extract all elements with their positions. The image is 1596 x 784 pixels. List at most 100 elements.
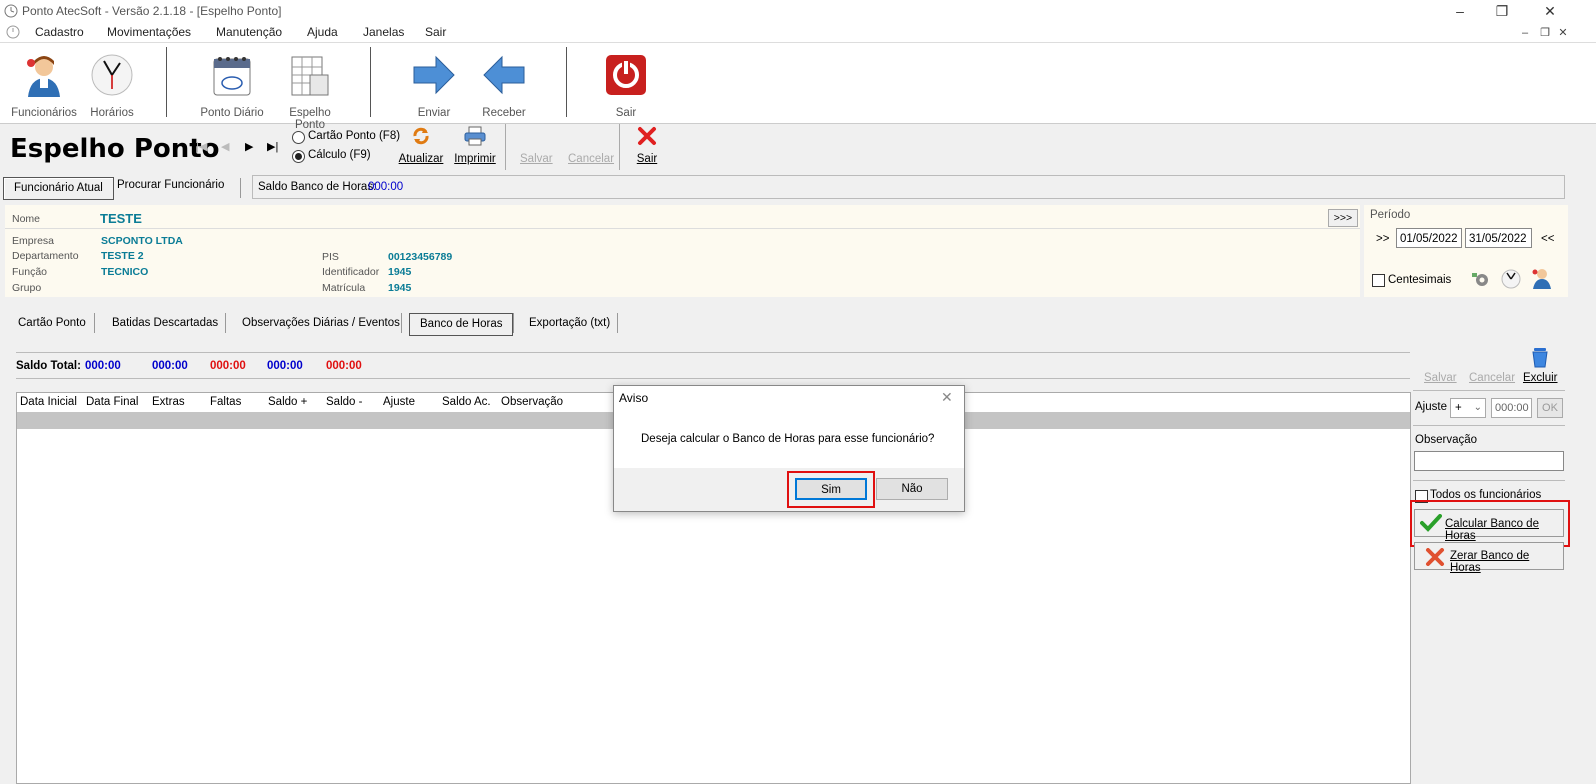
grid-header-saldo-mais[interactable]: Saldo + bbox=[268, 396, 307, 408]
atualizar-label: Atualizar bbox=[398, 153, 444, 165]
refresh-icon bbox=[413, 127, 429, 145]
ajuste-label: Ajuste bbox=[1415, 401, 1447, 413]
tab-procurar-funcionario[interactable]: Procurar Funcionário bbox=[117, 179, 224, 191]
expand-button[interactable]: >>> bbox=[1328, 209, 1358, 227]
periodo-prev-button[interactable]: >> bbox=[1376, 233, 1389, 245]
menu-sair[interactable]: Sair bbox=[425, 25, 446, 39]
salvar-right-button[interactable]: Salvar bbox=[1424, 372, 1457, 384]
cancelar-right-button[interactable]: Cancelar bbox=[1469, 372, 1515, 384]
window-title: Ponto AtecSoft - Versão 2.1.18 - [Espelh… bbox=[22, 4, 282, 18]
tab-separator bbox=[94, 313, 95, 333]
grid-header-data-final[interactable]: Data Final bbox=[86, 396, 138, 408]
saldo-total-extras: 000:00 bbox=[85, 360, 121, 372]
horarios-button[interactable]: Horários bbox=[76, 47, 148, 119]
grid-header-observacao[interactable]: Observação bbox=[501, 396, 563, 408]
tab-cartao-ponto[interactable]: Cartão Ponto bbox=[18, 313, 86, 335]
grid-header-saldo-menos[interactable]: Saldo - bbox=[326, 396, 362, 408]
ajuste-value-input[interactable]: 000:00 bbox=[1491, 398, 1532, 418]
centesimais-checkbox[interactable] bbox=[1372, 274, 1385, 287]
departamento-value: TESTE 2 bbox=[101, 250, 144, 262]
radio-calculo[interactable] bbox=[292, 150, 305, 163]
imprimir-button[interactable]: Imprimir bbox=[454, 126, 496, 168]
minimize-button[interactable]: – bbox=[1446, 2, 1474, 20]
sair-header-label: Sair bbox=[636, 153, 658, 165]
empresa-value: SCPONTO LTDA bbox=[101, 235, 183, 247]
tab-funcionario-atual[interactable]: Funcionário Atual bbox=[3, 177, 114, 200]
periodo-panel: Período >> 01/05/2022 31/05/2022 << Cent… bbox=[1364, 205, 1568, 297]
employee-small-icon[interactable] bbox=[1531, 267, 1553, 289]
ponto-diario-label: Ponto Diário bbox=[200, 107, 264, 119]
periodo-next-button[interactable]: << bbox=[1541, 233, 1554, 245]
menu-cadastro[interactable]: Cadastro bbox=[35, 25, 84, 39]
receber-button[interactable]: Receber bbox=[468, 47, 540, 119]
next-record-button[interactable]: ▶ bbox=[245, 140, 253, 153]
saldo-bottom-divider bbox=[16, 378, 1410, 379]
menu-janelas[interactable]: Janelas bbox=[363, 25, 404, 39]
periodo-start-input[interactable]: 01/05/2022 bbox=[1396, 228, 1462, 248]
grid-header-extras[interactable]: Extras bbox=[152, 396, 185, 408]
cancelar-header-button[interactable]: Cancelar bbox=[568, 153, 614, 165]
page-title: Espelho Ponto bbox=[10, 134, 220, 164]
menu-movimentacoes[interactable]: Movimentações bbox=[107, 25, 191, 39]
title-bar: Ponto AtecSoft - Versão 2.1.18 - [Espelh… bbox=[0, 0, 1596, 22]
radio-cartao-ponto[interactable] bbox=[292, 131, 305, 144]
mdi-minimize-button[interactable]: – bbox=[1518, 26, 1532, 40]
excluir-button[interactable]: Excluir bbox=[1523, 372, 1558, 384]
tab-banco-de-horas[interactable]: Banco de Horas bbox=[409, 313, 514, 336]
periodo-label: Período bbox=[1370, 209, 1411, 221]
grid-header-data-inicial[interactable]: Data Inicial bbox=[20, 396, 77, 408]
mdi-close-button[interactable]: ✕ bbox=[1556, 26, 1570, 40]
dialog-nao-button[interactable]: Não bbox=[876, 478, 948, 500]
grid-header-faltas[interactable]: Faltas bbox=[210, 396, 241, 408]
ponto-diario-button[interactable]: Ponto Diário bbox=[196, 47, 268, 119]
calendar-icon bbox=[213, 57, 251, 96]
menu-ajuda[interactable]: Ajuda bbox=[307, 25, 338, 39]
saldo-total-label: Saldo Total: bbox=[16, 360, 81, 372]
last-record-button[interactable]: ▶| bbox=[267, 140, 278, 153]
grid-header-saldo-ac[interactable]: Saldo Ac. bbox=[442, 396, 491, 408]
tab-separator bbox=[617, 313, 618, 333]
saldo-banco-value: 000:00 bbox=[368, 181, 404, 193]
enviar-label: Enviar bbox=[417, 107, 451, 119]
saldo-total-value: 000:00 bbox=[326, 360, 362, 372]
zerar-banco-horas-button[interactable]: Zerar Banco de Horas bbox=[1414, 542, 1564, 574]
header-separator bbox=[505, 124, 506, 170]
funcionarios-button[interactable]: Funcionários bbox=[8, 47, 80, 119]
close-x-icon bbox=[638, 127, 656, 145]
identificador-value: 1945 bbox=[388, 266, 412, 278]
dialog-close-icon[interactable]: ✕ bbox=[941, 389, 953, 406]
delete-x-icon bbox=[1426, 548, 1444, 566]
arrow-left-icon bbox=[483, 55, 525, 95]
ajuste-ok-button[interactable]: OK bbox=[1537, 398, 1563, 418]
settings-icon[interactable] bbox=[1470, 269, 1492, 289]
salvar-header-button[interactable]: Salvar bbox=[520, 153, 553, 165]
sair-header-button[interactable]: Sair bbox=[630, 126, 664, 168]
atualizar-button[interactable]: Atualizar bbox=[399, 126, 443, 168]
close-button[interactable]: ✕ bbox=[1536, 2, 1564, 20]
ajuste-sign-select[interactable]: + ⌄ bbox=[1450, 398, 1486, 418]
tab-observacoes[interactable]: Observações Diárias / Eventos bbox=[242, 313, 400, 335]
toolbar-separator bbox=[370, 47, 371, 117]
menu-bar: Cadastro Movimentações Manutenção Ajuda … bbox=[0, 22, 1596, 43]
espelho-ponto-label: Espelho Ponto bbox=[289, 107, 331, 131]
sair-toolbar-button[interactable]: Sair bbox=[590, 47, 662, 119]
enviar-button[interactable]: Enviar bbox=[398, 47, 470, 119]
toolbar-separator bbox=[166, 47, 167, 117]
employee-info-panel: Nome TESTE >>> Empresa SCPONTO LTDA Depa… bbox=[5, 205, 1360, 297]
mdi-clock-icon[interactable] bbox=[6, 25, 20, 39]
tab-exportacao[interactable]: Exportação (txt) bbox=[529, 313, 610, 335]
observacao-input[interactable] bbox=[1414, 451, 1564, 471]
trash-icon[interactable] bbox=[1530, 346, 1550, 368]
menu-manutencao[interactable]: Manutenção bbox=[216, 25, 282, 39]
restore-button[interactable]: ❐ bbox=[1488, 2, 1516, 20]
clock-small-icon[interactable] bbox=[1501, 269, 1521, 289]
main-toolbar: Funcionários Horários Ponto Diário Espel… bbox=[0, 43, 1596, 131]
mdi-restore-button[interactable]: ❐ bbox=[1538, 26, 1552, 40]
first-record-button[interactable]: |◀ bbox=[196, 140, 207, 153]
grid-header-ajuste[interactable]: Ajuste bbox=[383, 396, 415, 408]
header-separator bbox=[619, 124, 620, 170]
espelho-ponto-button[interactable]: Espelho Ponto bbox=[274, 47, 346, 131]
tab-batidas-descartadas[interactable]: Batidas Descartadas bbox=[112, 313, 218, 335]
prev-record-button[interactable]: ◀ bbox=[221, 140, 229, 153]
periodo-end-input[interactable]: 31/05/2022 bbox=[1465, 228, 1532, 248]
